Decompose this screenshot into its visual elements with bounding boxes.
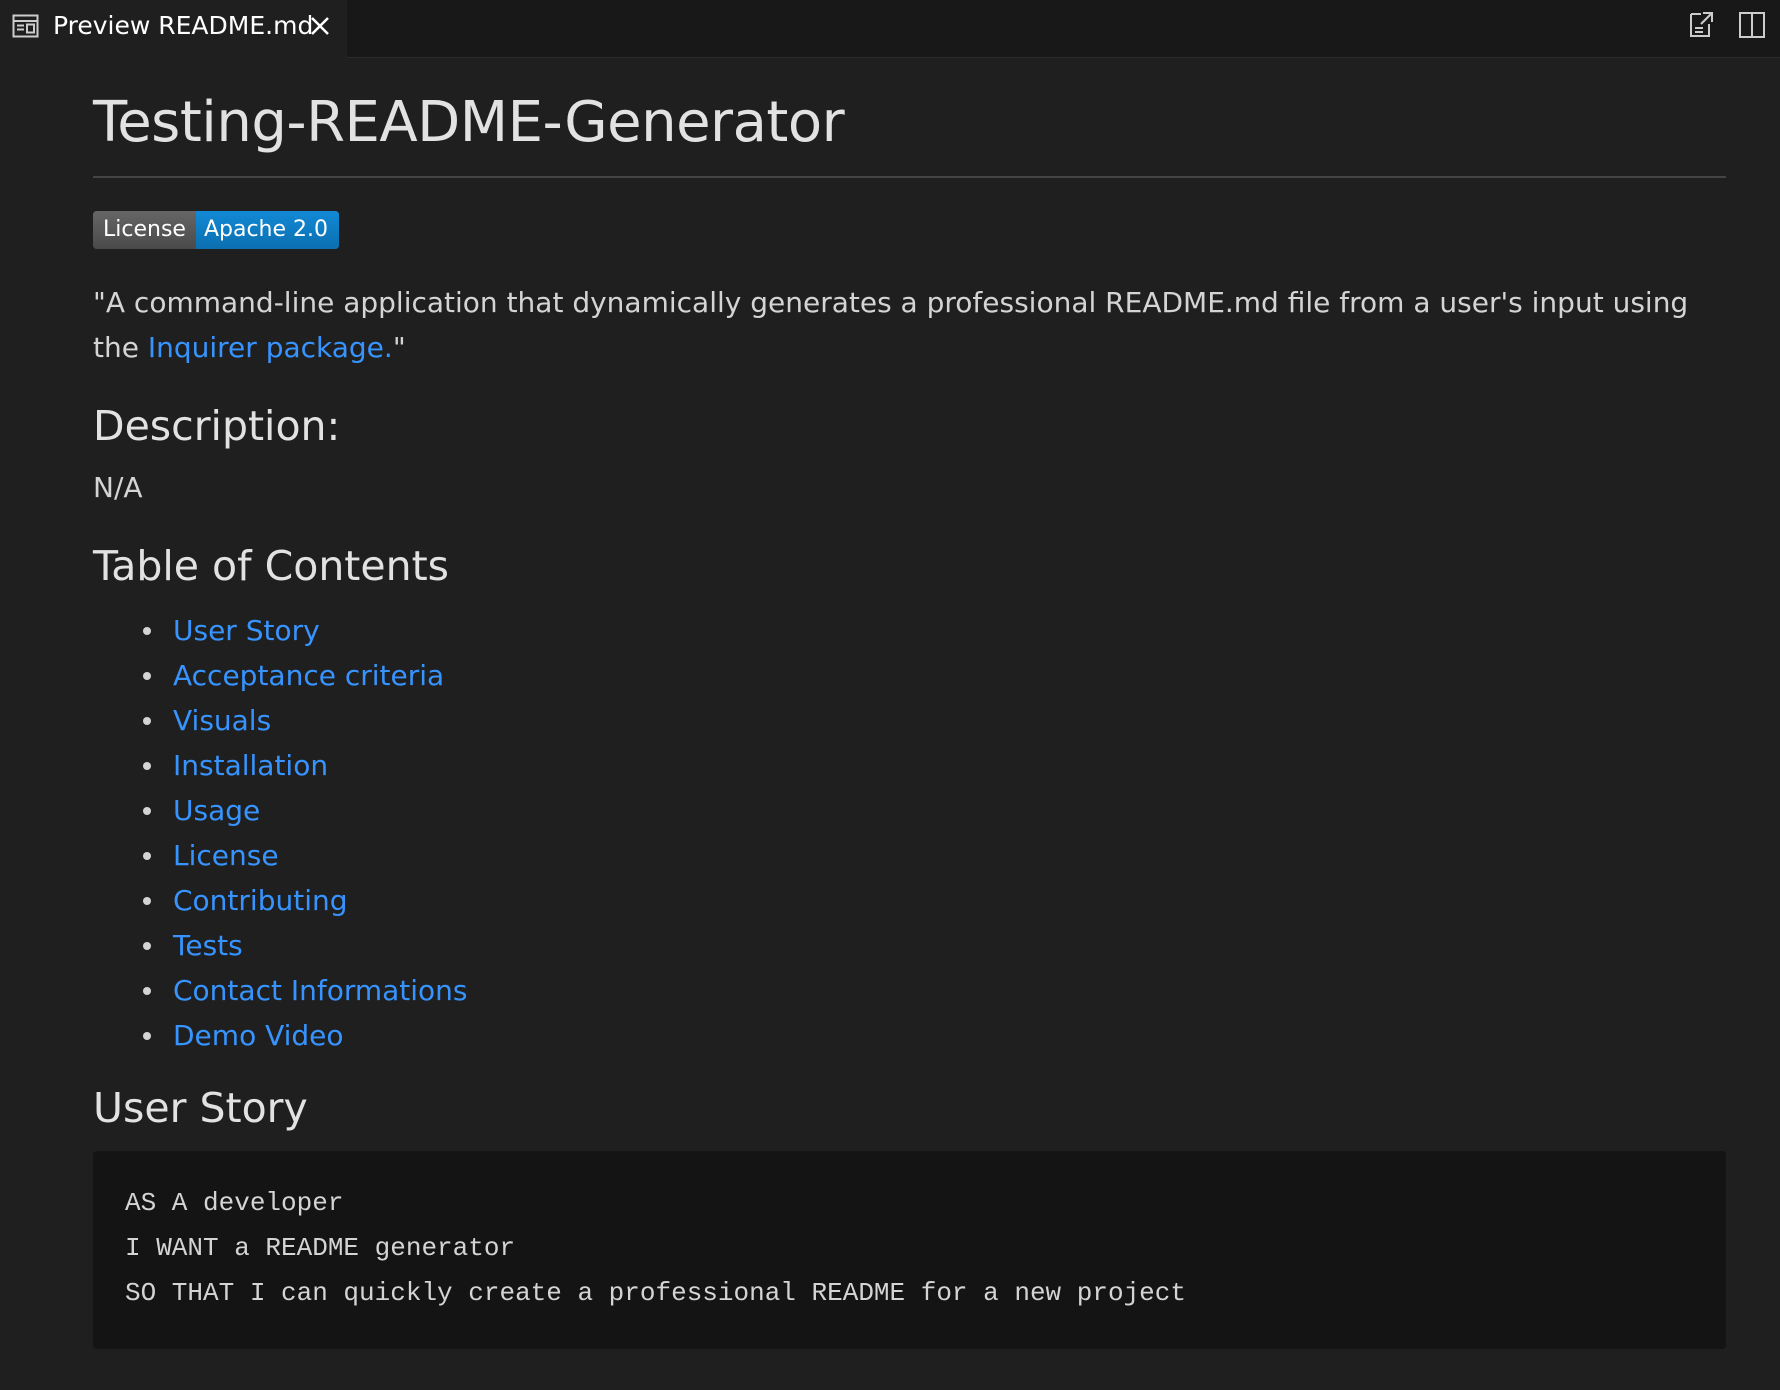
tab-preview-readme[interactable]: Preview README.md xyxy=(0,0,347,58)
inquirer-package-link[interactable]: Inquirer package. xyxy=(148,331,393,364)
toc-link-acceptance-criteria[interactable]: Acceptance criteria xyxy=(173,659,444,692)
toc-item: Installation xyxy=(143,743,468,788)
toc-link-usage[interactable]: Usage xyxy=(173,794,260,827)
toc-item: Contact Informations xyxy=(143,968,468,1013)
toc-item: Usage xyxy=(143,788,468,833)
toc-item: Visuals xyxy=(143,698,468,743)
editor-tab-bar: Preview README.md xyxy=(0,0,1780,58)
user-story-code-block: AS A developer I WANT a README generator… xyxy=(93,1151,1726,1349)
toc-item: Acceptance criteria xyxy=(143,653,468,698)
license-badge-value: Apache 2.0 xyxy=(195,211,340,249)
toc-link-contributing[interactable]: Contributing xyxy=(173,884,348,917)
toc-item: Contributing xyxy=(143,878,468,923)
markdown-preview-icon xyxy=(12,14,39,38)
description-text: N/A xyxy=(93,471,143,504)
toc-link-contact-informations[interactable]: Contact Informations xyxy=(173,974,468,1007)
table-of-contents: User Story Acceptance criteria Visuals I… xyxy=(93,608,468,1058)
toc-link-visuals[interactable]: Visuals xyxy=(173,704,271,737)
code-line: I WANT a README generator xyxy=(125,1233,516,1263)
tab-title: Preview README.md xyxy=(53,11,314,40)
user-story-heading: User Story xyxy=(93,1084,308,1132)
tagline-paragraph: "A command-line application that dynamic… xyxy=(93,280,1726,370)
code-line: SO THAT I can quickly create a professio… xyxy=(125,1278,1186,1308)
toc-link-installation[interactable]: Installation xyxy=(173,749,328,782)
split-editor-icon[interactable] xyxy=(1737,10,1767,40)
open-source-icon[interactable] xyxy=(1685,10,1715,40)
toc-link-license[interactable]: License xyxy=(173,839,279,872)
license-badge-label: License xyxy=(93,211,196,249)
close-icon[interactable] xyxy=(306,12,334,40)
toc-heading: Table of Contents xyxy=(93,542,450,590)
toc-link-demo-video[interactable]: Demo Video xyxy=(173,1019,344,1052)
toc-item: Tests xyxy=(143,923,468,968)
tagline-closing-quote: " xyxy=(392,331,406,364)
code-line: AS A developer xyxy=(125,1188,344,1218)
toc-link-tests[interactable]: Tests xyxy=(173,929,243,962)
toc-link-user-story[interactable]: User Story xyxy=(173,614,320,647)
toc-item: License xyxy=(143,833,468,878)
toc-item: Demo Video xyxy=(143,1013,468,1058)
toc-item: User Story xyxy=(143,608,468,653)
readme-title: Testing-README-Generator xyxy=(93,88,1726,178)
license-badge[interactable]: License Apache 2.0 xyxy=(93,211,340,249)
description-heading: Description: xyxy=(93,402,341,450)
